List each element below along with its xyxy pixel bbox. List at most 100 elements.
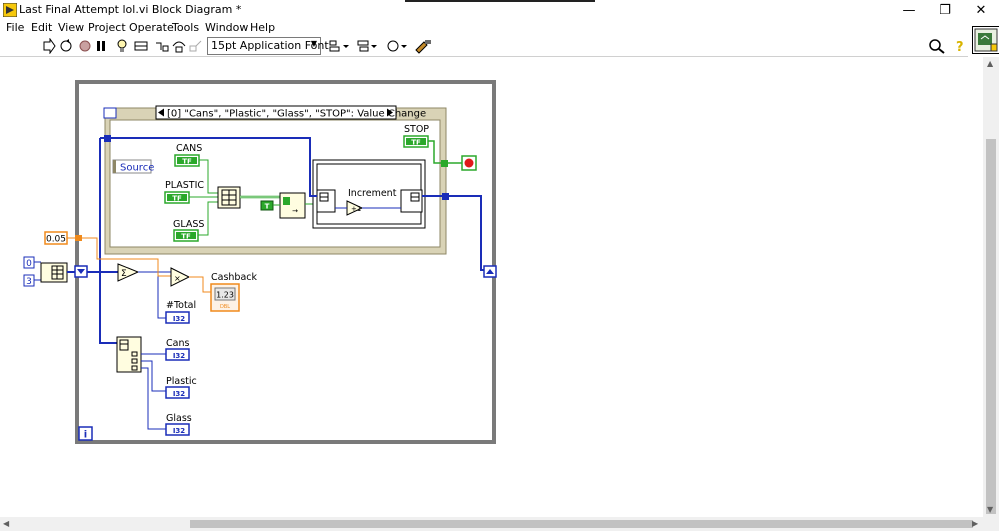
abort-icon[interactable] — [78, 38, 92, 54]
vi-icon[interactable] — [972, 26, 999, 54]
loop-condition-terminal[interactable] — [461, 155, 477, 171]
menu-view[interactable]: View — [58, 21, 84, 34]
initialize-array-node[interactable] — [40, 262, 68, 283]
font-select[interactable]: 15pt Application Font ▼ — [207, 37, 329, 55]
plastic-indicator-label: Plastic — [166, 376, 197, 387]
run-continuously-icon[interactable] — [59, 38, 73, 54]
bool-array-to-number-node[interactable]: → — [279, 192, 306, 219]
reorder-icon[interactable] — [386, 38, 408, 54]
constant-0[interactable]: 0 — [23, 256, 35, 269]
scroll-left-icon[interactable]: ◀ — [3, 519, 9, 528]
build-array-node[interactable] — [217, 186, 241, 209]
step-over-icon[interactable] — [172, 38, 186, 54]
total-i32-label: I32 — [173, 315, 185, 323]
cans-terminal-label: CANS — [176, 143, 202, 154]
wire-sum-to-total[interactable] — [157, 272, 166, 319]
restore-button[interactable]: ❐ — [927, 0, 963, 20]
add-array-elements-node[interactable]: Σ — [117, 263, 140, 282]
stop-tf-label: TF — [411, 139, 421, 147]
rate-constant[interactable]: 0.05 — [44, 231, 68, 245]
pause-icon[interactable] — [95, 38, 107, 54]
align-objects-icon[interactable] — [328, 38, 350, 54]
event-timeout-icon[interactable] — [103, 107, 117, 119]
context-help-icon[interactable]: ? — [953, 38, 967, 54]
cans-indicator[interactable]: I32 — [165, 348, 190, 361]
cashback-indicator[interactable]: 1.23 DBL — [210, 283, 240, 312]
search-icon[interactable] — [928, 38, 946, 54]
menu-tools[interactable]: Tools — [172, 21, 199, 34]
total-indicator[interactable]: I32 — [165, 311, 190, 324]
svg-text:→: → — [292, 207, 298, 215]
close-button[interactable]: ✕ — [963, 0, 999, 20]
svg-text:?: ? — [956, 40, 964, 54]
stop-terminal-label: STOP — [404, 124, 429, 135]
scroll-down-icon[interactable]: ▼ — [987, 505, 993, 514]
clean-up-diagram-icon[interactable] — [414, 38, 432, 54]
shift-register-left[interactable] — [74, 265, 88, 278]
retain-wire-values-icon[interactable] — [134, 38, 148, 54]
cans-boolean-terminal[interactable]: TF — [174, 154, 200, 167]
glass-boolean-terminal[interactable]: TF — [173, 229, 199, 242]
event-tunnel-right[interactable] — [442, 193, 449, 200]
glass-indicator[interactable]: I32 — [165, 423, 190, 436]
source-event-data-node[interactable]: Source — [112, 159, 154, 174]
index-array-node[interactable] — [116, 336, 142, 373]
true-constant-label: T — [265, 203, 270, 211]
cans-i32-label: I32 — [173, 352, 185, 360]
cashback-label: Cashback — [211, 272, 258, 283]
plastic-boolean-terminal[interactable]: TF — [164, 191, 190, 204]
block-diagram-canvas[interactable]: i [0] "Cans", "Plastic", "Glass", "STOP"… — [0, 57, 983, 517]
scroll-right-icon[interactable]: ▶ — [972, 519, 978, 528]
rate-constant-label: 0.05 — [46, 235, 66, 245]
plastic-indicator[interactable]: I32 — [165, 386, 190, 399]
true-constant[interactable]: T — [260, 200, 274, 211]
menu-window[interactable]: Window — [205, 21, 248, 34]
step-out-icon[interactable] — [189, 38, 203, 54]
vertical-scroll-thumb[interactable] — [986, 139, 996, 514]
wire-cashback[interactable] — [189, 276, 211, 293]
vertical-scrollbar[interactable]: ▲ ▼ — [983, 57, 999, 517]
cans-tf-label: TF — [182, 158, 192, 166]
constant-0-label: 0 — [26, 259, 32, 269]
shift-register-right[interactable] — [483, 265, 497, 278]
index-replace-right-node[interactable] — [400, 189, 423, 213]
index-replace-left-node[interactable] — [316, 189, 336, 213]
total-label: #Total — [166, 300, 196, 311]
highlight-execution-icon[interactable] — [116, 38, 128, 54]
menu-edit[interactable]: Edit — [31, 21, 52, 34]
plastic-tf-label: TF — [172, 195, 182, 203]
constant-3[interactable]: 3 — [23, 274, 35, 287]
menu-help[interactable]: Help — [250, 21, 275, 34]
run-arrow-icon[interactable] — [42, 38, 56, 54]
stop-tunnel[interactable] — [441, 160, 448, 167]
step-into-icon[interactable] — [155, 38, 169, 54]
menu-file[interactable]: File — [6, 21, 24, 34]
svg-text:+1: +1 — [351, 205, 361, 213]
increment-label: Increment — [348, 188, 397, 199]
wire-array-to-index[interactable] — [99, 272, 117, 344]
stop-boolean-terminal[interactable]: TF — [403, 135, 429, 148]
title-bar: Last Final Attempt lol.vi Block Diagram … — [0, 0, 999, 20]
multiply-node[interactable]: × — [170, 267, 191, 287]
menu-bar: File Edit View Project Operate Tools Win… — [0, 20, 999, 36]
menu-operate[interactable]: Operate — [129, 21, 174, 34]
glass-i32-label: I32 — [173, 427, 185, 435]
menu-project[interactable]: Project — [88, 21, 126, 34]
event-tunnel-left[interactable] — [104, 135, 111, 142]
scrollbar-corner — [983, 517, 999, 531]
loop-iteration-terminal[interactable]: i — [78, 426, 93, 441]
source-label: Source — [120, 163, 154, 174]
chevron-down-icon: ▼ — [310, 39, 317, 48]
glass-terminal-label: GLASS — [173, 219, 204, 230]
wire-plastic-out[interactable] — [141, 360, 166, 392]
distribute-objects-icon[interactable] — [356, 38, 378, 54]
event-case-selector[interactable]: [0] "Cans", "Plastic", "Glass", "STOP": … — [155, 105, 426, 120]
wire-glass-out[interactable] — [141, 367, 166, 430]
minimize-button[interactable]: — — [891, 0, 927, 20]
scroll-up-icon[interactable]: ▲ — [987, 59, 993, 68]
svg-text:Σ: Σ — [121, 269, 127, 279]
horizontal-scroll-thumb[interactable] — [190, 520, 973, 528]
horizontal-scrollbar[interactable]: ◀ ▶ — [0, 517, 983, 531]
rate-tunnel[interactable] — [75, 235, 82, 241]
event-case-label: [0] "Cans", "Plastic", "Glass", "STOP": … — [167, 109, 426, 120]
